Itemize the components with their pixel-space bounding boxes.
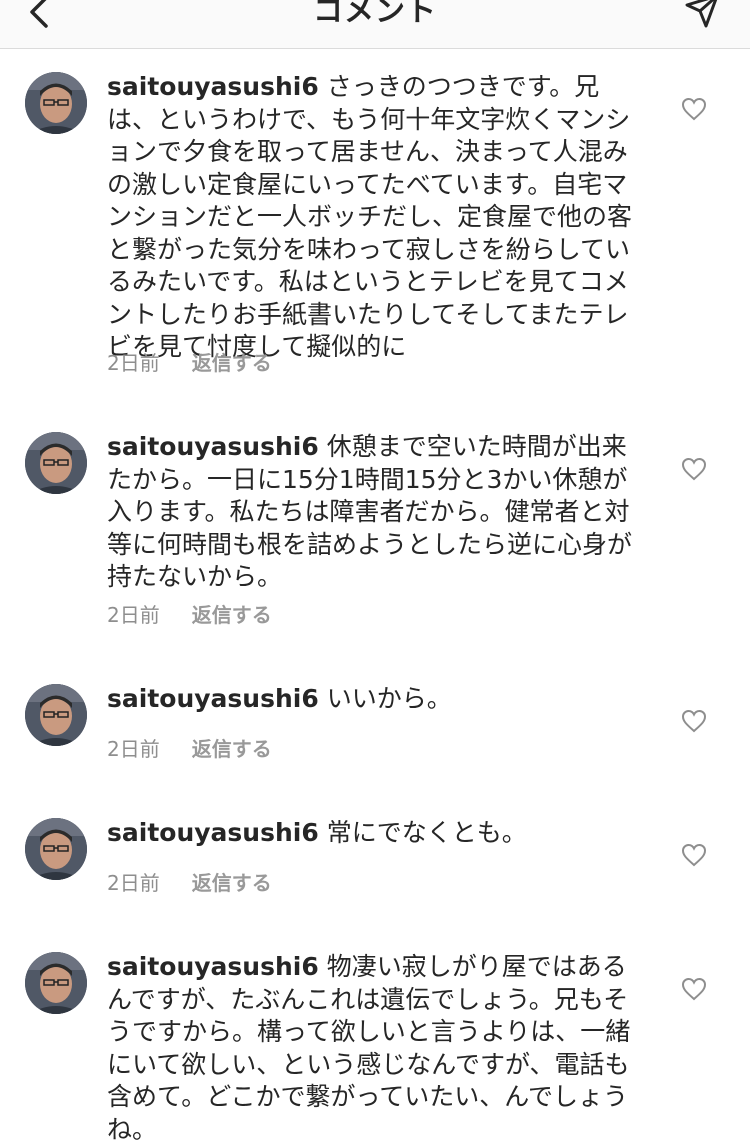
avatar[interactable]: [25, 818, 87, 880]
page-title: コメント: [313, 0, 437, 29]
heart-icon[interactable]: [681, 457, 707, 481]
paper-plane-icon[interactable]: [684, 0, 720, 28]
reply-button[interactable]: 返信する: [192, 603, 272, 627]
avatar-photo-icon: [25, 72, 87, 134]
comment-text-block: saitouyasushi6 さっきのつつきです。兄は、というわけで、もう何十年文…: [107, 71, 635, 364]
reply-button[interactable]: 返信する: [192, 351, 272, 375]
heart-icon[interactable]: [681, 709, 707, 733]
header-bar: コメント: [0, 0, 750, 49]
comment-body: いいから。: [326, 684, 452, 713]
avatar-photo-icon: [25, 818, 87, 880]
comment-body: さっきのつつきです。兄は、というわけで、もう何十年文字炊くマンションで夕食を取っ…: [107, 72, 633, 361]
comment-timestamp: 2日前: [107, 737, 160, 761]
comment-text-block: saitouyasushi6 常にでなくとも。: [107, 817, 635, 850]
comment-timestamp: 2日前: [107, 871, 160, 895]
heart-icon[interactable]: [681, 843, 707, 867]
comment-meta: 2日前 返信する: [107, 733, 272, 762]
avatar[interactable]: [25, 952, 87, 1014]
heart-icon[interactable]: [681, 977, 707, 1001]
reply-button[interactable]: 返信する: [192, 737, 272, 761]
avatar[interactable]: [25, 684, 87, 746]
avatar-photo-icon: [25, 432, 87, 494]
comment-text-block: saitouyasushi6 休憩まで空いた時間が出来たから。一日に15分1時間1…: [107, 431, 635, 594]
reply-button[interactable]: 返信する: [192, 871, 272, 895]
heart-icon[interactable]: [681, 97, 707, 121]
comment-timestamp: 2日前: [107, 351, 160, 375]
comment-body: 常にでなくとも。: [326, 818, 527, 847]
comment-username[interactable]: saitouyasushi6: [107, 684, 319, 713]
avatar-photo-icon: [25, 684, 87, 746]
comment-text-block: saitouyasushi6 いいから。: [107, 683, 635, 716]
comment-meta: 2日前 返信する: [107, 867, 272, 896]
avatar[interactable]: [25, 432, 87, 494]
comment-timestamp: 2日前: [107, 603, 160, 627]
comment-username[interactable]: saitouyasushi6: [107, 72, 319, 101]
comment-username[interactable]: saitouyasushi6: [107, 818, 319, 847]
comment-meta: 2日前 返信する: [107, 599, 272, 628]
comment-meta: 2日前 返信する: [107, 347, 272, 376]
avatar[interactable]: [25, 72, 87, 134]
comment-username[interactable]: saitouyasushi6: [107, 952, 319, 981]
comment-username[interactable]: saitouyasushi6: [107, 432, 319, 461]
avatar-photo-icon: [25, 952, 87, 1014]
comment-text-block: saitouyasushi6 物凄い寂しがり屋ではあるんですが、たぶんこれは遺伝で…: [107, 951, 635, 1146]
